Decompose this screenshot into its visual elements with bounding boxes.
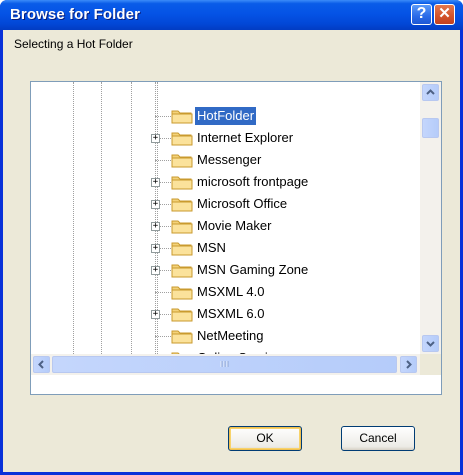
tree-item-label: MSXML 6.0 [197, 306, 265, 321]
cancel-button[interactable]: Cancel [341, 426, 415, 451]
scroll-down-button[interactable] [422, 335, 439, 352]
folder-icon [171, 306, 193, 322]
tree-item-label: Messenger [197, 152, 262, 167]
chevron-up-icon [426, 89, 435, 95]
tree-item[interactable]: + Microsoft Office [31, 193, 420, 215]
tree-item-label: Movie Maker [197, 218, 272, 233]
tree-item-label: Microsoft Office [197, 196, 288, 211]
scrollbar-corner [420, 354, 441, 375]
grip-icon [220, 361, 228, 367]
chevron-right-icon [406, 360, 412, 369]
folder-tree[interactable]: HotFolder + Internet Explorer Messenger + mic… [30, 81, 442, 395]
expand-icon[interactable]: + [151, 244, 160, 253]
ok-button[interactable]: OK [228, 426, 302, 451]
tree-item-label: NetMeeting [197, 328, 264, 343]
help-button[interactable]: ? [411, 4, 432, 25]
vertical-scrollbar[interactable] [420, 82, 441, 354]
folder-icon [171, 152, 193, 168]
folder-icon [171, 196, 193, 212]
tree-item[interactable]: Online Services [31, 347, 420, 354]
tree-item[interactable]: + MSN Gaming Zone [31, 259, 420, 281]
tree-item-label-selected: HotFolder [195, 107, 257, 125]
folder-icon [171, 262, 193, 278]
tree-item-label: MSXML 4.0 [197, 284, 265, 299]
chevron-left-icon [38, 360, 44, 369]
tree-connector [155, 160, 171, 161]
tree-connector [155, 292, 171, 293]
close-button[interactable]: ✕ [434, 4, 455, 25]
tree-item[interactable]: HotFolder [31, 105, 420, 127]
folder-icon [171, 174, 193, 190]
tree-item[interactable]: + MSXML 6.0 [31, 303, 420, 325]
tree-item[interactable]: + microsoft frontpage [31, 171, 420, 193]
scroll-right-button[interactable] [400, 356, 417, 373]
dialog-prompt: Selecting a Hot Folder [14, 37, 133, 51]
folder-icon [171, 240, 193, 256]
tree-item[interactable]: + Movie Maker [31, 215, 420, 237]
folder-tree-viewport: HotFolder + Internet Explorer Messenger + mic… [31, 82, 420, 354]
folder-icon [171, 284, 193, 300]
tree-item-label: microsoft frontpage [197, 174, 309, 189]
tree-item-label: MSN [197, 240, 226, 255]
tree-item[interactable]: NetMeeting [31, 325, 420, 347]
tree-connector [155, 116, 171, 117]
horizontal-scrollbar[interactable] [31, 354, 420, 375]
vertical-scroll-thumb[interactable] [422, 117, 439, 138]
tree-item-label: Internet Explorer [197, 130, 294, 145]
expand-icon[interactable]: + [151, 222, 160, 231]
tree-item[interactable]: MSXML 4.0 [31, 281, 420, 303]
expand-icon[interactable]: + [151, 200, 160, 209]
tree-item-label: MSN Gaming Zone [197, 262, 309, 277]
expand-icon[interactable]: + [151, 134, 160, 143]
tree-item[interactable]: + MSN [31, 237, 420, 259]
title-bar[interactable]: Browse for Folder ? ✕ [0, 0, 463, 30]
folder-icon [171, 108, 193, 124]
scroll-up-button[interactable] [422, 84, 439, 101]
tree-connector [155, 336, 171, 337]
horizontal-scroll-thumb[interactable] [52, 356, 397, 373]
scroll-left-button[interactable] [33, 356, 50, 373]
expand-icon[interactable]: + [151, 310, 160, 319]
tree-item[interactable]: + Internet Explorer [31, 127, 420, 149]
folder-icon [171, 218, 193, 234]
window-title: Browse for Folder [10, 6, 141, 23]
chevron-down-icon [426, 341, 435, 347]
tree-item[interactable]: Messenger [31, 149, 420, 171]
folder-icon [171, 328, 193, 344]
folder-icon [171, 130, 193, 146]
expand-icon[interactable]: + [151, 266, 160, 275]
expand-icon[interactable]: + [151, 178, 160, 187]
browse-folder-dialog: Browse for Folder ? ✕ Selecting a Hot Fo… [0, 0, 463, 475]
